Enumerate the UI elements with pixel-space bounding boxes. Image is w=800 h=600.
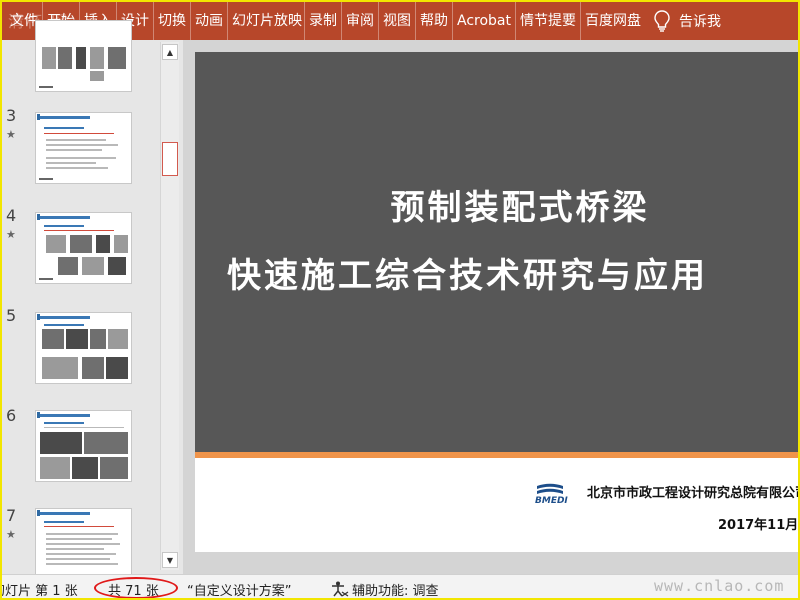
highlight-circle bbox=[94, 577, 178, 598]
slide-number: 5 bbox=[6, 306, 17, 325]
tab-acrobat[interactable]: Acrobat bbox=[453, 2, 516, 40]
tab-help[interactable]: 帮助 bbox=[416, 2, 453, 40]
powerpoint-window: 文件 开始 插入 设计 切换 动画 幻灯片放映 录制 审阅 视图 帮助 Acro… bbox=[0, 0, 800, 600]
tell-me-search[interactable]: 告诉我 bbox=[679, 11, 721, 31]
animation-star-icon: ★ bbox=[6, 528, 16, 541]
accessibility-status[interactable]: 辅助功能: 调查 bbox=[352, 580, 439, 598]
accent-stripe bbox=[195, 452, 798, 458]
tab-baidu-netdisk[interactable]: 百度网盘 bbox=[581, 2, 645, 40]
slide-thumbnail[interactable] bbox=[35, 312, 132, 384]
tab-record[interactable]: 录制 bbox=[305, 2, 342, 40]
scroll-down-arrow-icon[interactable]: ▼ bbox=[162, 552, 178, 568]
slide-number: 7 bbox=[6, 506, 17, 525]
slide-thumbnail[interactable] bbox=[35, 20, 132, 92]
current-slide[interactable]: 预制装配式桥梁 快速施工综合技术研究与应用 BMEDI 北京市市政工程设计研究总… bbox=[195, 52, 798, 552]
slide-number: 6 bbox=[6, 406, 17, 425]
logo-text: BMEDI bbox=[535, 496, 568, 506]
slide-thumbnail[interactable] bbox=[35, 212, 132, 284]
tab-animations[interactable]: 动画 bbox=[191, 2, 228, 40]
slide-number: 3 bbox=[6, 106, 17, 125]
tab-review[interactable]: 审阅 bbox=[342, 2, 379, 40]
tab-transitions[interactable]: 切换 bbox=[154, 2, 191, 40]
tab-slideshow[interactable]: 幻灯片放映 bbox=[228, 2, 305, 40]
theme-name[interactable]: “自定义设计方案” bbox=[187, 580, 291, 598]
accessibility-icon[interactable] bbox=[331, 581, 349, 597]
animation-star-icon: ★ bbox=[6, 128, 16, 141]
tab-view[interactable]: 视图 bbox=[379, 2, 416, 40]
lightbulb-icon[interactable] bbox=[645, 2, 679, 40]
slide-thumbnail[interactable] bbox=[35, 508, 132, 580]
slide-thumbnail[interactable] bbox=[35, 112, 132, 184]
tab-storyboard[interactable]: 情节提要 bbox=[516, 2, 581, 40]
watermark-url: www.cnlao.com bbox=[654, 577, 785, 595]
slide-title-line2[interactable]: 快速施工综合技术研究与应用 bbox=[227, 248, 798, 297]
slide-position[interactable]: 幻灯片 第 1 张 bbox=[2, 580, 78, 598]
animation-star-icon: ★ bbox=[6, 228, 16, 241]
organization-name[interactable]: 北京市市政工程设计研究总院有限公司 bbox=[587, 482, 798, 501]
scrollbar-thumb[interactable] bbox=[162, 142, 178, 176]
slide-thumbnail-pane[interactable]: 3 ★ 4 ★ 5 6 7 ★ bbox=[2, 20, 182, 580]
slide-title-line1[interactable]: 预制装配式桥梁 bbox=[195, 180, 798, 229]
slide-date[interactable]: 2017年11月 bbox=[718, 514, 798, 533]
status-bar: 幻灯片 第 1 张 共 71 张 “自定义设计方案” 辅助功能: 调查 www.… bbox=[2, 574, 798, 598]
thumbnail-scrollbar[interactable]: ▲ ▼ bbox=[160, 42, 179, 570]
slide-number: 4 bbox=[6, 206, 17, 225]
slide-editing-area[interactable]: 预制装配式桥梁 快速施工综合技术研究与应用 BMEDI 北京市市政工程设计研究总… bbox=[183, 40, 798, 574]
scroll-up-arrow-icon[interactable]: ▲ bbox=[162, 44, 178, 60]
slide-thumbnail[interactable] bbox=[35, 410, 132, 482]
